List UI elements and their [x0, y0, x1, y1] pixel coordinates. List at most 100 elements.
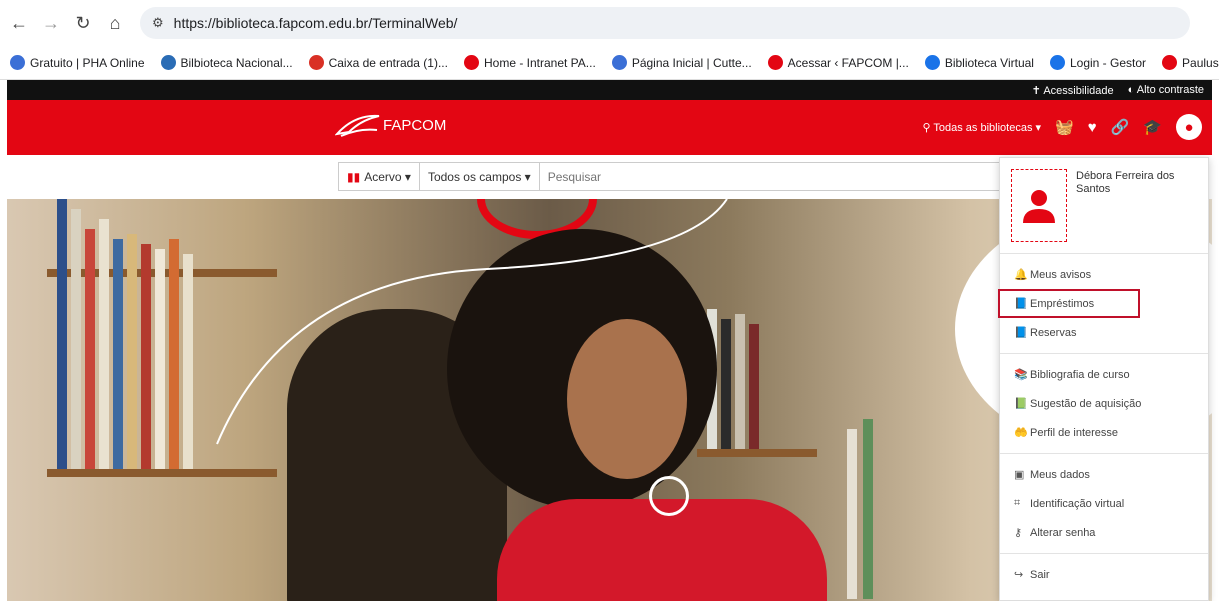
- user-dropdown-menu: Débora Ferreira dos Santos 🔔 Meus avisos 📘…: [998, 157, 1209, 601]
- link-icon[interactable]: 🔗: [1111, 118, 1130, 136]
- high-contrast-link[interactable]: ◐ Alto contraste: [1128, 84, 1204, 96]
- book: [71, 209, 81, 469]
- menu-item-interest[interactable]: 🤲 Perfil de interesse: [1000, 418, 1208, 447]
- search-input[interactable]: [547, 169, 988, 184]
- menu-item-label: Meus avisos: [1030, 268, 1092, 281]
- bookmark-label: Paulus Edi: [1182, 55, 1219, 70]
- bookmark-favicon-icon: [1049, 55, 1065, 70]
- bookmark-item[interactable]: Acessar ‹ FAPCOM |...: [767, 55, 909, 70]
- menu-item-key[interactable]: ⚷ Alterar senha: [1000, 518, 1208, 547]
- book: [169, 239, 179, 469]
- address-bar[interactable]: ⚙ https://biblioteca.fapcom.edu.br/Termi…: [140, 7, 1190, 39]
- forward-icon[interactable]: →: [38, 10, 64, 36]
- reload-icon[interactable]: ↻: [70, 10, 96, 36]
- book: [847, 429, 857, 599]
- book-suggest-icon: 📗: [1014, 398, 1028, 410]
- bookmark-label: Página Inicial | Cutte...: [631, 55, 752, 70]
- interest-icon: 🤲: [1014, 427, 1028, 439]
- id-card-icon: ▣: [1014, 469, 1025, 481]
- site-settings-icon[interactable]: ⚙: [152, 15, 164, 31]
- menu-item-sign-out[interactable]: ↪ Sair: [1000, 560, 1208, 589]
- menu-group: ▣ Meus dados ⌗ Identificação virtual ⚷ Altera…: [1000, 454, 1208, 554]
- person-icon: [1023, 189, 1055, 223]
- bookmarks-bar: Gratuito | PHA Online Bilbioteca Nacional…: [0, 46, 1219, 80]
- book: [127, 234, 137, 469]
- book: [749, 324, 759, 449]
- menu-item-book[interactable]: 📘 Reservas: [1000, 318, 1208, 347]
- shelf: [697, 449, 817, 457]
- book: [183, 254, 193, 469]
- back-icon[interactable]: ←: [6, 10, 32, 36]
- book: [141, 244, 151, 469]
- book: [863, 419, 873, 599]
- bookmark-label: Biblioteca Virtual: [944, 55, 1034, 70]
- search-box: ▮▮ Acervo ▾ Todos os campos ▾: [338, 162, 1018, 191]
- menu-item-label: Reservas: [1030, 326, 1077, 339]
- menu-item-label: Bibliografia de curso: [1030, 368, 1130, 381]
- menu-item-book[interactable]: 📘 Empréstimos: [998, 289, 1140, 318]
- menu-item-id-card[interactable]: ▣ Meus dados: [1000, 460, 1208, 489]
- url-text: https://biblioteca.fapcom.edu.br/Termina…: [173, 15, 458, 31]
- logo-text: FAPCOM: [383, 116, 447, 134]
- menu-item-label: Sugestão de aquisição: [1030, 397, 1142, 410]
- bookmark-label: Gratuito | PHA Online: [30, 55, 145, 70]
- bookmark-item[interactable]: Página Inicial | Cutte...: [611, 55, 752, 70]
- bookmark-favicon-icon: [463, 55, 479, 70]
- bookmark-item[interactable]: Home - Intranet PA...: [463, 55, 596, 70]
- site-header: FAPCOM ⚲ Todas as bibliotecas ▾ 🧺 ♥ 🔗 🎓 …: [7, 100, 1212, 155]
- library-selector[interactable]: ⚲ Todas as bibliotecas ▾: [922, 121, 1041, 134]
- menu-group: 📚 Bibliografia de curso 📗 Sugestão de aquis…: [1000, 354, 1208, 454]
- menu-item-label: Sair: [1030, 568, 1050, 581]
- books-icon: 📚: [1014, 369, 1028, 381]
- bookmark-favicon-icon: [1162, 55, 1178, 70]
- menu-item-label: Empréstimos: [1030, 297, 1095, 310]
- book: [155, 249, 165, 469]
- book: [99, 219, 109, 469]
- decorative-circle: [649, 476, 689, 516]
- bookmark-favicon-icon: [611, 55, 627, 70]
- menu-item-label: Identificação virtual: [1030, 497, 1125, 510]
- bookmark-label: Login - Gestor: [1069, 55, 1147, 70]
- user-avatar-icon[interactable]: ●: [1176, 114, 1202, 140]
- bookmark-label: Acessar ‹ FAPCOM |...: [787, 55, 909, 70]
- bookmark-favicon-icon: [767, 55, 783, 70]
- heart-icon[interactable]: ♥: [1088, 119, 1097, 136]
- sign-out-icon: ↪: [1014, 569, 1024, 581]
- basket-icon[interactable]: 🧺: [1055, 118, 1074, 136]
- menu-item-label: Alterar senha: [1030, 526, 1096, 539]
- key-icon: ⚷: [1014, 527, 1023, 539]
- menu-item-label: Perfil de interesse: [1030, 426, 1119, 439]
- book-open-icon: ▮▮: [347, 169, 361, 184]
- menu-group: 🔔 Meus avisos 📘 Empréstimos 📘 Reservas: [998, 254, 1208, 354]
- user-name: Débora Ferreira dos Santos: [1076, 170, 1175, 195]
- book-icon: 📘: [1014, 298, 1028, 310]
- menu-item-bell[interactable]: 🔔 Meus avisos: [1000, 260, 1208, 289]
- home-icon[interactable]: ⌂: [102, 10, 128, 36]
- bookmark-item[interactable]: Biblioteca Virtual: [924, 55, 1034, 70]
- collection-label: Acervo: [364, 169, 402, 184]
- menu-item-books[interactable]: 📚 Bibliografia de curso: [1000, 360, 1208, 389]
- bookmark-favicon-icon: [308, 55, 324, 70]
- accessibility-strip: ✝ Acessibilidade ◐ Alto contraste: [7, 80, 1212, 100]
- accessibility-link[interactable]: ✝ Acessibilidade: [1032, 84, 1114, 97]
- menu-item-qr[interactable]: ⌗ Identificação virtual: [1000, 489, 1208, 518]
- fapcom-logo[interactable]: FAPCOM: [335, 112, 446, 138]
- fields-dropdown[interactable]: Todos os campos ▾: [420, 163, 540, 190]
- bookmark-item[interactable]: Gratuito | PHA Online: [10, 55, 145, 70]
- decorative-curve: [216, 199, 728, 445]
- logo-swoosh-icon: [335, 114, 380, 137]
- book-icon: 📘: [1014, 327, 1028, 339]
- bookmark-label: Caixa de entrada (1)...: [328, 55, 448, 70]
- fields-label: Todos os campos: [427, 169, 522, 184]
- bookmark-item[interactable]: Bilbioteca Nacional...: [160, 55, 293, 70]
- graduation-cap-icon[interactable]: 🎓: [1143, 118, 1162, 136]
- user-profile: Débora Ferreira dos Santos: [1000, 158, 1208, 254]
- header-actions: ⚲ Todas as bibliotecas ▾ 🧺 ♥ 🔗 🎓 ●: [922, 114, 1202, 140]
- collection-dropdown[interactable]: ▮▮ Acervo ▾: [339, 163, 420, 190]
- qr-icon: ⌗: [1014, 497, 1021, 509]
- bookmark-item[interactable]: Login - Gestor: [1049, 55, 1147, 70]
- bookmark-item[interactable]: Paulus Edi: [1162, 55, 1219, 70]
- book: [57, 199, 67, 469]
- bookmark-item[interactable]: Caixa de entrada (1)...: [308, 55, 448, 70]
- menu-item-book-suggest[interactable]: 📗 Sugestão de aquisição: [1000, 389, 1208, 418]
